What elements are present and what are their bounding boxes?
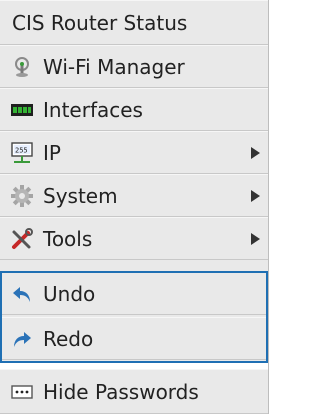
menu-item-label: Undo — [43, 281, 96, 306]
menu-item-label: System — [43, 183, 118, 208]
side-menu: CIS Router Status Wi-Fi Manager Interfac… — [0, 0, 269, 414]
password-dots-icon — [11, 381, 33, 403]
menu-item-hide-passwords[interactable]: Hide Passwords — [0, 369, 268, 414]
menu-item-tools[interactable]: Tools — [0, 217, 268, 260]
menu-item-label: Wi-Fi Manager — [43, 54, 185, 79]
menu-item-label: IP — [43, 140, 61, 165]
menu-item-system[interactable]: System — [0, 174, 268, 217]
menu-item-label: Hide Passwords — [43, 379, 199, 404]
submenu-arrow-icon — [251, 189, 260, 202]
menu-item-redo[interactable]: Redo — [0, 317, 268, 360]
menu-item-label: Redo — [43, 326, 94, 351]
svg-text:255: 255 — [15, 146, 28, 154]
undo-icon — [11, 283, 33, 305]
menu-item-ip[interactable]: 255 IP — [0, 131, 268, 174]
menu-item-interfaces[interactable]: Interfaces — [0, 88, 268, 131]
menu-title[interactable]: CIS Router Status — [0, 0, 268, 45]
menu-item-wifi-manager[interactable]: Wi-Fi Manager — [0, 45, 268, 88]
tools-icon — [11, 227, 33, 250]
submenu-arrow-icon — [251, 232, 260, 245]
menu-item-label: Tools — [43, 226, 93, 251]
menu-item-label: Interfaces — [43, 97, 143, 122]
redo-icon — [11, 328, 33, 350]
menu-item-undo[interactable]: Undo — [0, 272, 268, 315]
interfaces-icon — [11, 99, 33, 121]
system-gear-icon — [11, 184, 33, 207]
submenu-arrow-icon — [251, 146, 260, 159]
ip-icon: 255 — [11, 141, 33, 164]
wifi-manager-icon — [11, 56, 33, 78]
menu-title-label: CIS Router Status — [12, 10, 188, 35]
